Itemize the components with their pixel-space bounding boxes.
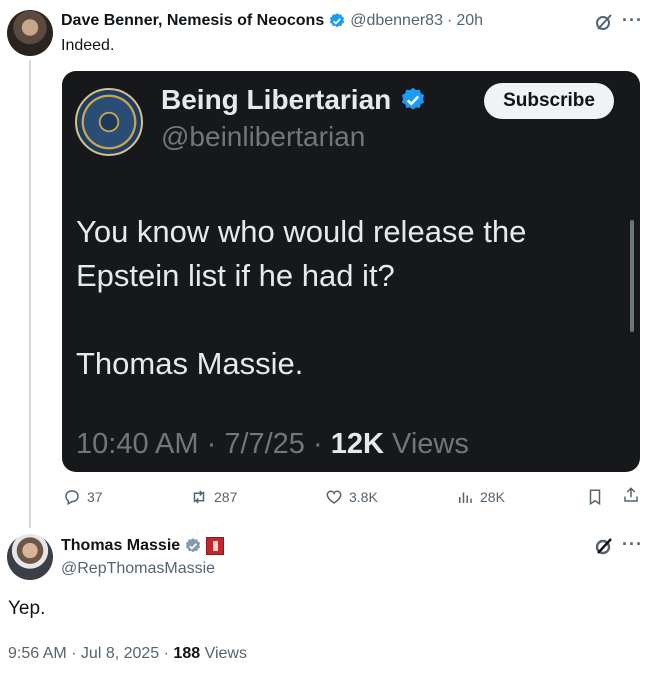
repost-button[interactable]: 287 [190, 488, 237, 506]
main-date[interactable]: Jul 8, 2025 [81, 645, 159, 662]
quoted-author-handle[interactable]: @beinlibertarian [161, 121, 365, 153]
subscribe-button[interactable]: Subscribe [484, 83, 614, 119]
views-icon [459, 492, 472, 503]
reply-count: 37 [87, 489, 103, 505]
main-post-text: Yep. [8, 598, 46, 619]
like-button[interactable]: 3.8K [325, 488, 378, 506]
verified-badge-icon [402, 87, 425, 110]
views-count: 28K [480, 489, 505, 505]
government-affiliation-icon[interactable] [206, 537, 225, 555]
repost-count: 287 [214, 489, 238, 505]
quoted-post-body: You know who would release the Epstein l… [76, 210, 596, 430]
reply-post-text: Indeed. [61, 37, 115, 54]
avatar-thomas-massie[interactable] [7, 534, 53, 580]
quoted-paragraph-1: You know who would release the Epstein l… [76, 214, 527, 293]
thread-connector-line [29, 60, 31, 528]
like-count: 3.8K [349, 489, 378, 505]
quoted-views-count: 12K [330, 428, 384, 460]
quoted-post-meta: 10:40 AM · 7/7/25 · 12K Views [76, 428, 469, 460]
post-time[interactable]: 20h [456, 12, 483, 30]
share-button[interactable] [622, 486, 640, 504]
main-post-meta: 9:56 AM · Jul 8, 2025 · 188 Views [8, 645, 247, 662]
main-post-header: Thomas Massie [61, 537, 225, 555]
quoted-author-name[interactable]: Being Libertarian [161, 84, 391, 116]
grok-icon[interactable] [594, 536, 614, 556]
author-name[interactable]: Dave Benner, Nemesis of Neocons [61, 12, 324, 30]
reply-icon [65, 490, 79, 506]
being-libertarian-logo-avatar[interactable] [75, 88, 143, 156]
quoted-date[interactable]: 7/7/25 [224, 428, 305, 460]
card-scrollbar[interactable] [630, 220, 634, 332]
reply-button[interactable]: 37 [63, 488, 103, 506]
main-time[interactable]: 9:56 AM [8, 645, 67, 662]
avatar-dave-benner[interactable] [7, 10, 53, 56]
repost-icon [193, 490, 205, 504]
share-icon [624, 487, 638, 502]
quoted-author-name-row: Being Libertarian [161, 84, 427, 116]
more-options-icon[interactable]: ··· [622, 10, 643, 31]
more-options-icon[interactable]: ··· [622, 534, 643, 555]
quoted-views-label: Views [392, 428, 469, 460]
reply-post-header: Dave Benner, Nemesis of Neocons @dbenner… [61, 12, 483, 30]
quoted-paragraph-2: Thomas Massie. [76, 346, 304, 381]
main-views-label: Views [204, 645, 247, 662]
like-icon [326, 490, 342, 504]
grok-icon[interactable] [594, 12, 614, 32]
separator-dot: · [446, 12, 453, 29]
views-button[interactable]: 28K [456, 488, 505, 506]
author-handle[interactable]: @dbenner83 [350, 12, 443, 30]
gray-verified-badge-icon [186, 538, 201, 553]
author-handle[interactable]: @RepThomasMassie [61, 560, 215, 578]
quoted-time[interactable]: 10:40 AM [76, 428, 199, 460]
author-name[interactable]: Thomas Massie [61, 537, 180, 555]
bookmark-icon [589, 489, 601, 506]
bookmark-button[interactable] [586, 488, 604, 506]
verified-badge-icon [330, 13, 345, 28]
main-views-count: 188 [173, 645, 201, 662]
